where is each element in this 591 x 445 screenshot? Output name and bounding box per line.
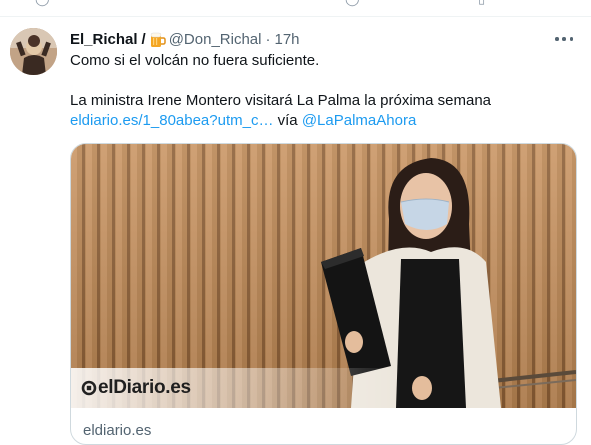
share-icon[interactable]: ◯ [345,0,360,7]
tweet-header: El_Richal / @Don_Richal · 17h [70,29,551,49]
article-photo[interactable]: elDiario.es [71,144,576,408]
tweet-text-line-1: Como si el volcán no fuera suficiente. [70,52,320,69]
more-options-icon[interactable] [555,31,573,47]
previous-tweet-actions-strip: ◯ ◯ ▯ [0,0,591,17]
avatar[interactable] [10,28,57,75]
tweet-text-line-3: eldiario.es/1_80abea?utm_c… vía @LaPalma… [70,111,575,131]
analytics-icon[interactable]: ▯ [478,0,485,7]
display-name[interactable]: El_Richal [70,31,138,48]
link-preview-card[interactable]: elDiario.es eldiario.es [70,143,577,445]
tweet-text: Como si el volcán no fuera suficiente. L… [70,51,575,131]
reply-icon[interactable]: ◯ [35,0,50,7]
via-label: vía [277,112,298,129]
article-link[interactable]: eldiario.es/1_80abea?utm_c… [70,112,273,129]
mention-link[interactable]: @LaPalmaAhora [302,112,416,129]
user-handle[interactable]: @Don_Richal [169,31,262,48]
tweet-text-line-2: La ministra Irene Montero visitará La Pa… [70,92,492,109]
eldiario-logo-text: elDiario.es [98,377,191,398]
card-domain[interactable]: eldiario.es [83,422,151,439]
name-separator: / [141,30,146,48]
eldiario-logo-mark-icon [81,380,97,396]
separator-dot: · [265,30,271,48]
beer-mug-emoji-icon [149,31,166,48]
tweet[interactable]: El_Richal / @Don_Richal · 17h Como si el… [0,17,591,445]
timestamp[interactable]: 17h [274,31,299,48]
eldiario-logo: elDiario.es [81,377,191,399]
